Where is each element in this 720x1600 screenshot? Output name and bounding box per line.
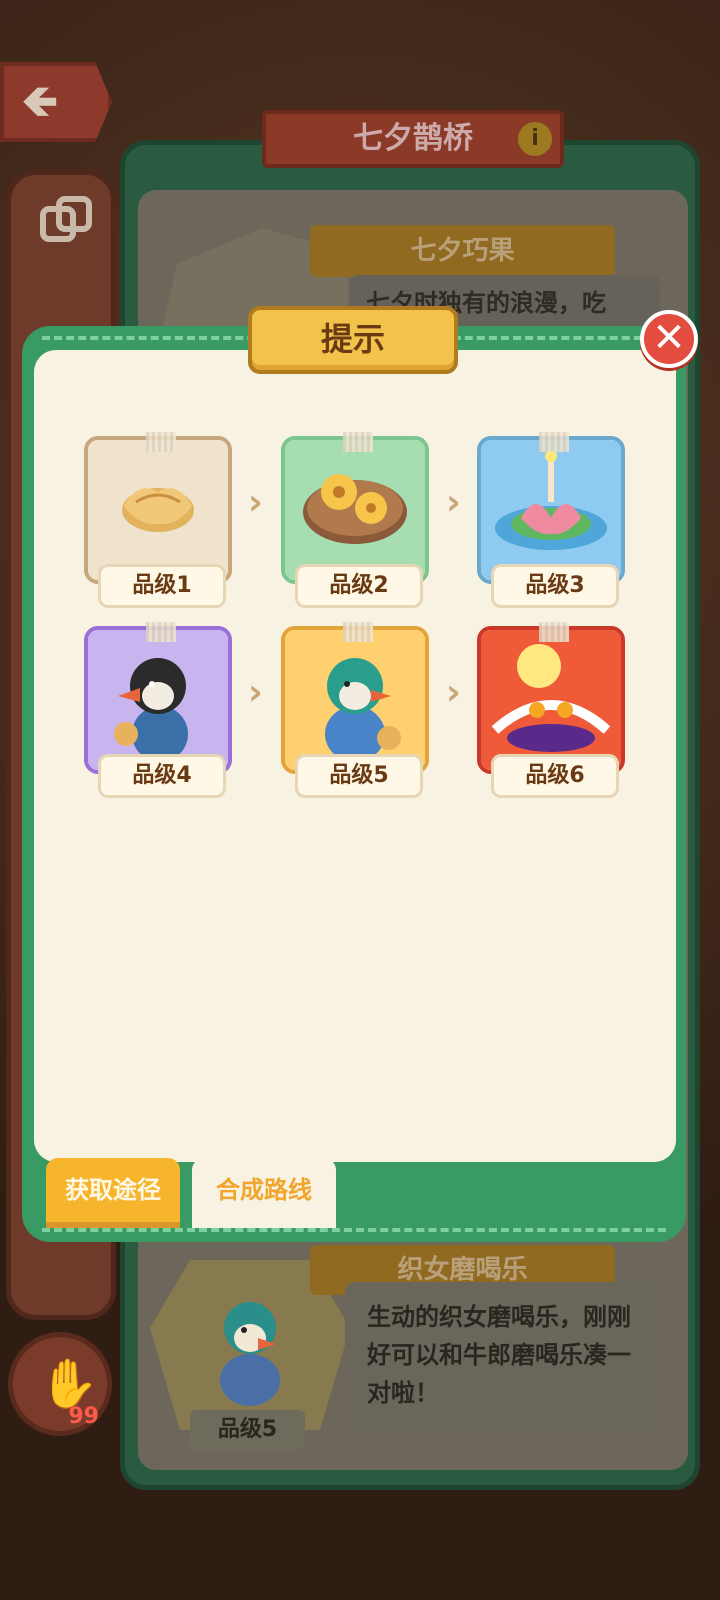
weaver-girl-bird-icon	[285, 630, 425, 770]
bottom-item-description: 生动的织女磨喝乐，刚刚好可以和牛郎磨喝乐凑一对啦！	[345, 1282, 665, 1432]
tier-grade-label: 品级6	[491, 754, 619, 798]
tab-acquire[interactable]: 获取途径	[46, 1158, 180, 1228]
tier-grade-label: 品级1	[98, 564, 226, 608]
chevron-right-icon: ›	[248, 672, 263, 713]
tier-item-6[interactable]: 品级6	[477, 622, 625, 798]
close-icon: ✕	[652, 315, 686, 361]
weaver-girl-icon	[220, 1302, 280, 1406]
tier-item-4[interactable]: 品级4	[84, 622, 232, 798]
cowherd-bird-icon	[88, 630, 228, 770]
tier-grade-label: 品级3	[491, 564, 619, 608]
tape-pin	[146, 432, 176, 452]
hand-count: 99	[68, 1404, 99, 1429]
tier-grade-label: 品级4	[98, 754, 226, 798]
tape-pin	[343, 622, 373, 642]
close-button[interactable]: ✕	[640, 310, 698, 368]
copy-icon[interactable]	[39, 195, 93, 249]
back-button[interactable]: 🡸	[0, 62, 112, 142]
modal-title-text: 提示	[320, 320, 385, 358]
magpie-bridge-icon	[481, 630, 621, 770]
event-title: 七夕鹊桥 i	[262, 110, 564, 168]
flower-cake-plate-icon	[285, 440, 425, 580]
tape-pin	[539, 622, 569, 642]
chevron-right-icon: ›	[446, 672, 461, 713]
info-icon[interactable]: i	[518, 122, 552, 156]
event-title-text: 七夕鹊桥	[353, 121, 473, 156]
tape-pin	[343, 432, 373, 452]
bottom-item-grade: 品级5	[190, 1410, 305, 1450]
tier-item-3[interactable]: 品级3	[477, 432, 625, 608]
tier-item-1[interactable]: 品级1	[84, 432, 232, 608]
tier-grade-label: 品级2	[295, 564, 423, 608]
tape-pin	[146, 622, 176, 642]
tier-grade-label: 品级5	[295, 754, 423, 798]
tape-pin	[539, 432, 569, 452]
modal-title: 提示	[248, 306, 458, 374]
qiaoguo-pastry-icon	[88, 440, 228, 580]
lotus-lamp-icon	[481, 440, 621, 580]
back-arrow-icon: 🡸	[22, 76, 58, 127]
tab-synthesis-route[interactable]: 合成路线	[192, 1158, 336, 1228]
tier-item-2[interactable]: 品级2	[281, 432, 429, 608]
top-item-name: 七夕巧果	[310, 225, 615, 277]
tier-item-5[interactable]: 品级5	[281, 622, 429, 798]
divider	[42, 1228, 666, 1232]
chevron-right-icon: ›	[248, 482, 263, 523]
tap-hand-button[interactable]: ✋ 99	[8, 1332, 112, 1436]
chevron-right-icon: ›	[446, 482, 461, 523]
